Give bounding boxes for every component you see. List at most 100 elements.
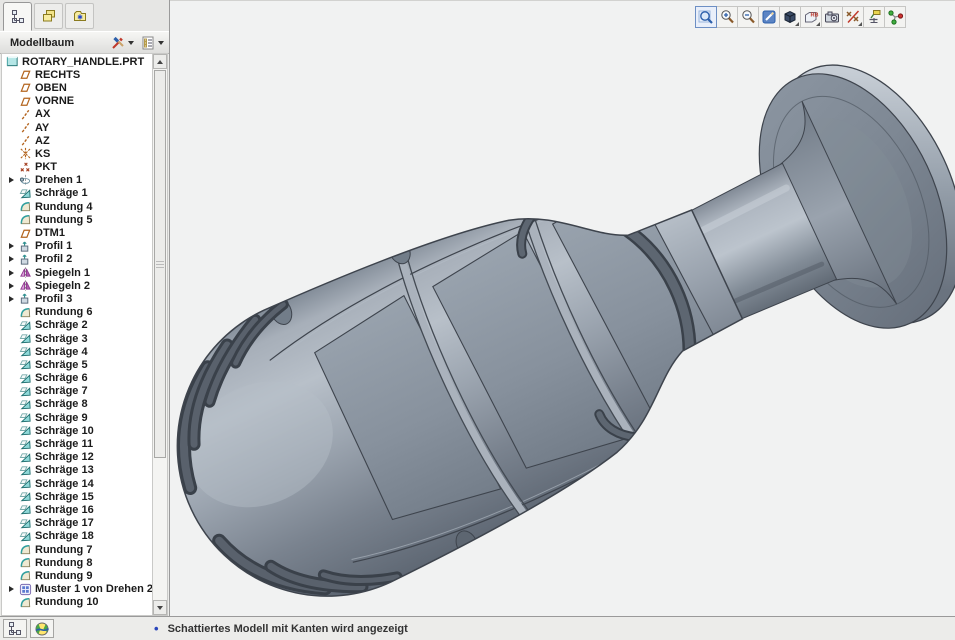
tree-item-label: RECHTS [35,69,80,81]
tree-item-rundung-6[interactable]: Rundung 6 [2,306,152,319]
tree-item-ks[interactable]: KS [2,147,152,160]
tree-item-schräge-4[interactable]: Schräge 4 [2,345,152,358]
tree-item-schräge-10[interactable]: Schräge 10 [2,424,152,437]
tree-item-label: AX [35,108,50,120]
tree-item-schräge-5[interactable]: Schräge 5 [2,358,152,371]
draft-icon [18,490,32,503]
scroll-up-button[interactable] [153,54,167,69]
tree-item-schräge-18[interactable]: Schräge 18 [2,530,152,543]
tree-item-schräge-2[interactable]: Schräge 2 [2,319,152,332]
status-message-area: • Schattiertes Modell mit Kanten wird an… [154,622,408,635]
tree-item-dtm1[interactable]: DTM1 [2,226,152,239]
viewport-canvas[interactable] [170,1,955,618]
graphics-viewport[interactable]: RB [170,0,955,617]
saved-view-list-button[interactable]: RB [800,6,822,28]
browser-toggle-button[interactable] [30,619,54,638]
model-tree-tab[interactable] [3,2,32,31]
extrude-icon [18,240,32,253]
tree-item-schräge-12[interactable]: Schräge 12 [2,451,152,464]
expand-toggle[interactable] [5,283,18,289]
tree-item-label: Schräge 11 [35,438,93,450]
expand-arrow-icon [9,296,14,302]
tree-item-label: Spiegeln 1 [35,267,90,279]
expand-toggle[interactable] [5,177,18,183]
rotary-handle-model[interactable] [170,10,955,618]
tree-item-schräge-7[interactable]: Schräge 7 [2,385,152,398]
tree-item-ax[interactable]: AX [2,108,152,121]
tree-item-drehen-1[interactable]: Drehen 1 [2,174,152,187]
tree-item-rundung-10[interactable]: Rundung 10 [2,596,152,609]
tree-scrollbar[interactable] [152,53,168,616]
expand-toggle[interactable] [5,296,18,302]
repaint-button[interactable] [758,6,780,28]
favorites-tab[interactable]: ✱ [65,3,94,29]
tree-item-az[interactable]: AZ [2,134,152,147]
datum-display-button[interactable] [842,6,864,28]
tree-item-rotary-handle-prt[interactable]: ROTARY_HANDLE.PRT [2,55,152,68]
tree-item-schräge-8[interactable]: Schräge 8 [2,398,152,411]
tree-item-rundung-9[interactable]: Rundung 9 [2,569,152,582]
datum-plane-icon [18,68,32,81]
tree-item-schräge-17[interactable]: Schräge 17 [2,517,152,530]
tree-item-label: Muster 1 von Drehen 2 [35,583,152,595]
tree-item-label: Schräge 14 [35,478,94,490]
tree-item-schräge-16[interactable]: Schräge 16 [2,503,152,516]
display-style-button[interactable] [779,6,801,28]
view-manager-button[interactable] [821,6,843,28]
tree-item-label: Profil 1 [35,240,72,252]
tree-item-label: Rundung 7 [35,544,92,556]
tree-item-vorne[interactable]: VORNE [2,95,152,108]
zoom-in-button[interactable] [716,6,738,28]
draft-icon [18,345,32,358]
status-message: Schattiertes Modell mit Kanten wird ange… [168,623,408,635]
zoom-out-button[interactable] [737,6,759,28]
expand-toggle[interactable] [5,256,18,262]
annotation-display-button[interactable] [863,6,885,28]
view-manager-icon [823,8,841,26]
extrude-icon [18,292,32,305]
round-icon [18,200,32,213]
tree-item-oben[interactable]: OBEN [2,81,152,94]
navigator-toggle-button[interactable] [3,619,27,638]
expand-toggle[interactable] [5,243,18,249]
tree-item-label: Schräge 5 [35,359,88,371]
scroll-down-button[interactable] [153,600,167,615]
expand-toggle[interactable] [5,270,18,276]
tree-item-schräge-15[interactable]: Schräge 15 [2,490,152,503]
tree-item-rundung-5[interactable]: Rundung 5 [2,213,152,226]
spin-center-button[interactable] [884,6,906,28]
tree-item-muster-1-von-drehen-2[interactable]: Muster 1 von Drehen 2 [2,583,152,596]
tree-item-spiegeln-1[interactable]: Spiegeln 1 [2,266,152,279]
tree-item-rechts[interactable]: RECHTS [2,68,152,81]
tree-item-rundung-4[interactable]: Rundung 4 [2,200,152,213]
tree-item-ay[interactable]: AY [2,121,152,134]
tree-item-schräge-6[interactable]: Schräge 6 [2,372,152,385]
tree-item-schräge-1[interactable]: Schräge 1 [2,187,152,200]
tree-item-label: OBEN [35,82,67,94]
tree-item-rundung-8[interactable]: Rundung 8 [2,556,152,569]
tree-item-label: Rundung 8 [35,557,92,569]
view-toolbar: RB [696,6,906,28]
tree-item-label: Profil 3 [35,293,72,305]
tree-item-profil-3[interactable]: Profil 3 [2,292,152,305]
tree-item-profil-2[interactable]: Profil 2 [2,253,152,266]
tree-item-schräge-9[interactable]: Schräge 9 [2,411,152,424]
expand-toggle[interactable] [5,586,18,592]
zoom-fit-button[interactable] [695,6,717,28]
tree-item-schräge-14[interactable]: Schräge 14 [2,477,152,490]
tree-item-profil-1[interactable]: Profil 1 [2,240,152,253]
draft-icon [18,187,32,200]
tree-item-schräge-11[interactable]: Schräge 11 [2,437,152,450]
tree-item-rundung-7[interactable]: Rundung 7 [2,543,152,556]
expand-arrow-icon [9,270,14,276]
tree-columns-menu[interactable] [138,33,166,53]
tree-item-pkt[interactable]: PKT [2,161,152,174]
layer-tree-tab[interactable] [34,3,63,29]
tree-item-schräge-13[interactable]: Schräge 13 [2,464,152,477]
tree-item-spiegeln-2[interactable]: Spiegeln 2 [2,279,152,292]
pattern-icon [18,583,32,596]
tree-filters-menu[interactable] [108,33,136,53]
scroll-thumb[interactable] [154,70,166,458]
tree-item-label: Rundung 4 [35,201,92,213]
tree-item-schräge-3[interactable]: Schräge 3 [2,332,152,345]
